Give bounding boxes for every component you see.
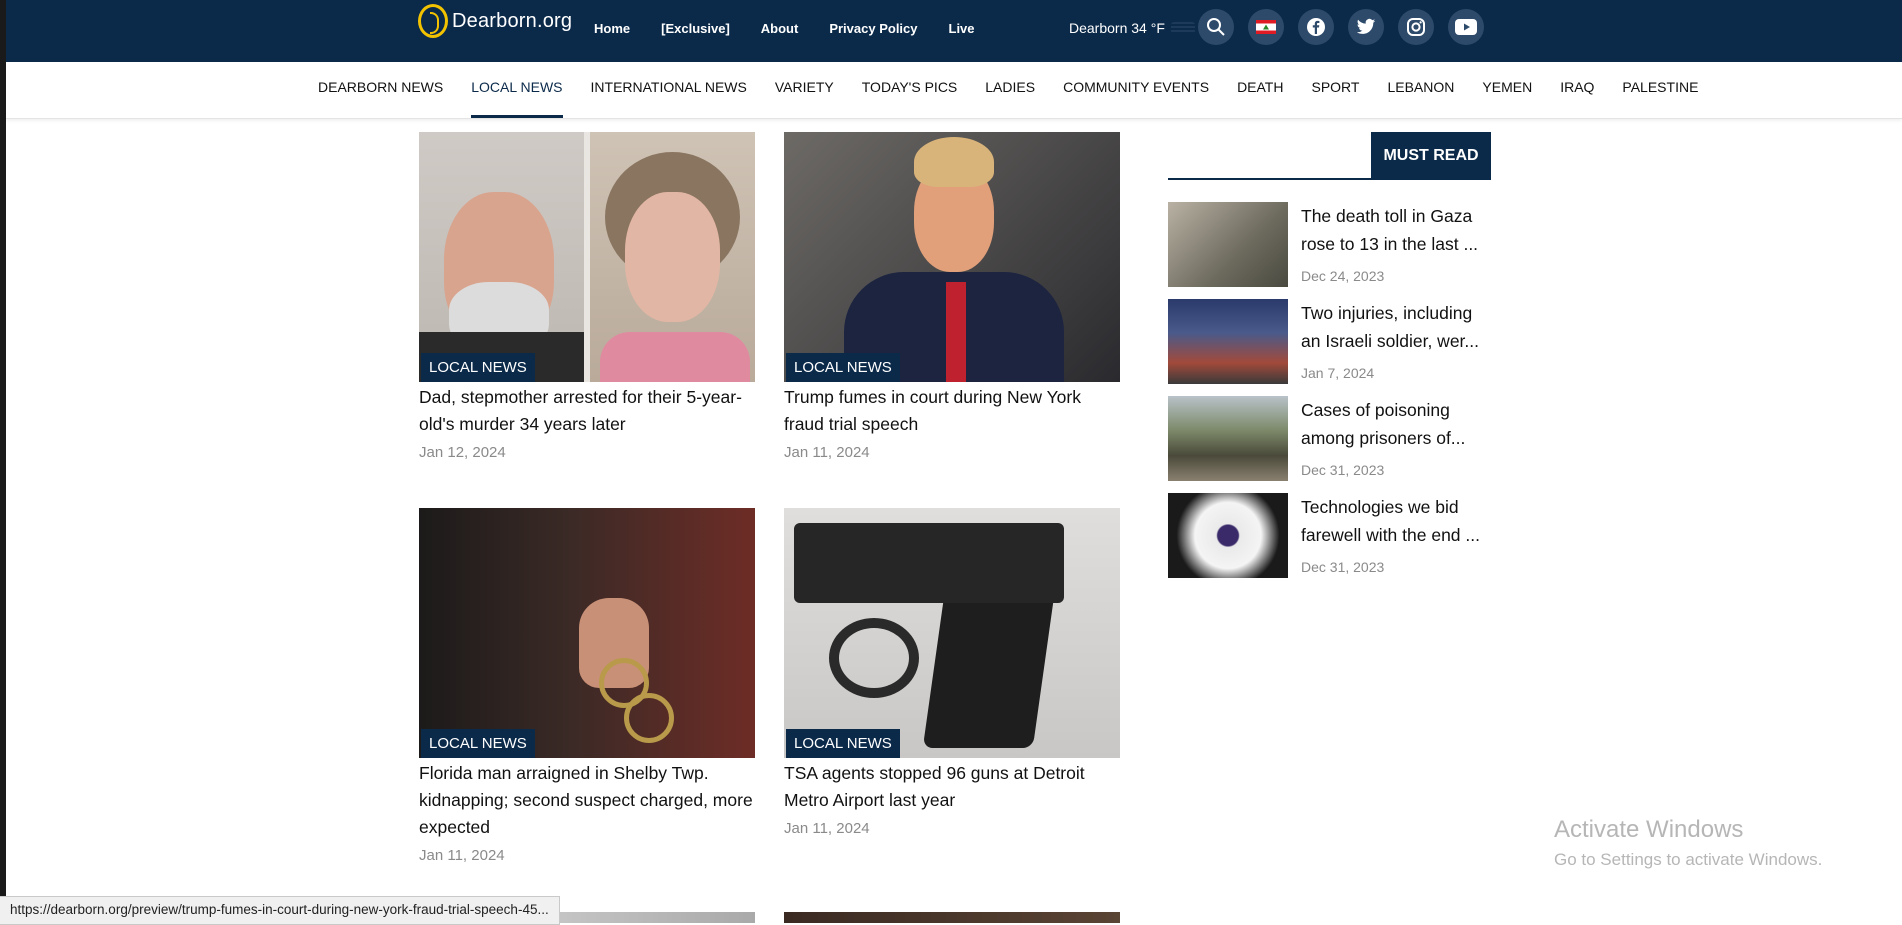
watermark-line-1: Activate Windows [1554, 816, 1744, 843]
weather-icon [1170, 22, 1195, 34]
windows-activation-watermark: Activate Windows Go to Settings to activ… [1554, 816, 1822, 870]
facebook-link[interactable] [1298, 9, 1334, 45]
facebook-icon [1307, 18, 1325, 36]
article-title[interactable]: TSA agents stopped 96 guns at Detroit Me… [784, 760, 1120, 814]
lebanon-flag-icon [1256, 20, 1276, 34]
article-date: Jan 12, 2024 [419, 444, 506, 461]
must-read-date: Dec 31, 2023 [1301, 559, 1385, 575]
must-read-thumbnail[interactable] [1168, 202, 1288, 287]
article-title[interactable]: Dad, stepmother arrested for their 5-yea… [419, 384, 755, 438]
article-image[interactable]: LOCAL NEWS [784, 132, 1120, 382]
category-sport[interactable]: SPORT [1297, 62, 1373, 118]
category-badge[interactable]: LOCAL NEWS [786, 729, 900, 758]
category-lebanon[interactable]: LEBANON [1373, 62, 1468, 118]
twitter-link[interactable] [1348, 9, 1384, 45]
must-read-thumbnail[interactable] [1168, 396, 1288, 481]
must-read-date: Dec 31, 2023 [1301, 462, 1385, 478]
article-date: Jan 11, 2024 [784, 820, 870, 837]
must-read-thumbnail[interactable] [1168, 299, 1288, 384]
weather-widget: Dearborn 34 °F [1069, 20, 1195, 36]
category-palestine[interactable]: PALESTINE [1608, 62, 1712, 118]
must-read-title[interactable]: Two injuries, including an Israeli soldi… [1301, 299, 1491, 355]
category-nav: DEARBORN NEWS LOCAL NEWS INTERNATIONAL N… [6, 62, 1902, 119]
article-card[interactable]: LOCAL NEWS TSA agents stopped 96 guns at… [784, 508, 1120, 837]
youtube-icon [1455, 19, 1477, 35]
must-read-title[interactable]: The death toll in Gaza rose to 13 in the… [1301, 202, 1491, 258]
must-read-item[interactable]: Two injuries, including an Israeli soldi… [1168, 299, 1491, 387]
window-edge [0, 0, 6, 923]
top-nav: Home [Exclusive] About Privacy Policy Li… [594, 21, 975, 36]
instagram-link[interactable] [1398, 9, 1434, 45]
category-local-news[interactable]: LOCAL NEWS [457, 62, 576, 118]
category-badge[interactable]: LOCAL NEWS [421, 353, 535, 382]
search-button[interactable] [1198, 9, 1234, 45]
category-dearborn-news[interactable]: DEARBORN NEWS [304, 62, 457, 118]
category-variety[interactable]: VARIETY [761, 62, 848, 118]
article-date: Jan 11, 2024 [784, 444, 870, 461]
must-read-title[interactable]: Cases of poisoning among prisoners of... [1301, 396, 1491, 452]
nav-exclusive[interactable]: [Exclusive] [661, 21, 730, 36]
must-read-date: Jan 7, 2024 [1301, 365, 1375, 381]
must-read-date: Dec 24, 2023 [1301, 268, 1385, 284]
article-image[interactable]: LOCAL NEWS [419, 132, 755, 382]
top-bar: Dearborn.org Home [Exclusive] About Priv… [6, 0, 1902, 62]
youtube-link[interactable] [1448, 9, 1484, 45]
language-button[interactable] [1248, 9, 1284, 45]
must-read-title[interactable]: Technologies we bid farewell with the en… [1301, 493, 1491, 549]
article-card[interactable]: LOCAL NEWS Dad, stepmother arrested for … [419, 132, 755, 461]
article-image[interactable]: LOCAL NEWS [784, 508, 1120, 758]
category-todays-pics[interactable]: TODAY'S PICS [848, 62, 972, 118]
nav-privacy-policy[interactable]: Privacy Policy [829, 21, 917, 36]
category-community-events[interactable]: COMMUNITY EVENTS [1049, 62, 1223, 118]
logo-text: Dearborn.org [452, 9, 573, 32]
article-card[interactable]: LOCAL NEWS Trump fumes in court during N… [784, 132, 1120, 461]
weather-text: Dearborn 34 °F [1069, 20, 1165, 36]
nav-home[interactable]: Home [594, 21, 630, 36]
category-badge[interactable]: LOCAL NEWS [421, 729, 535, 758]
must-read-item[interactable]: The death toll in Gaza rose to 13 in the… [1168, 202, 1491, 290]
search-icon [1207, 18, 1225, 36]
nav-about[interactable]: About [761, 21, 799, 36]
category-badge[interactable]: LOCAL NEWS [786, 353, 900, 382]
category-iraq[interactable]: IRAQ [1546, 62, 1608, 118]
article-title[interactable]: Florida man arraigned in Shelby Twp. kid… [419, 760, 755, 841]
article-image[interactable]: LOCAL NEWS [419, 508, 755, 758]
must-read-thumbnail[interactable] [1168, 493, 1288, 578]
nav-live[interactable]: Live [949, 21, 975, 36]
article-card[interactable]: LOCAL NEWS Florida man arraigned in Shel… [419, 508, 755, 864]
must-read-item[interactable]: Cases of poisoning among prisoners of...… [1168, 396, 1491, 484]
category-death[interactable]: DEATH [1223, 62, 1297, 118]
category-international-news[interactable]: INTERNATIONAL NEWS [577, 62, 761, 118]
category-ladies[interactable]: LADIES [971, 62, 1049, 118]
category-yemen[interactable]: YEMEN [1468, 62, 1546, 118]
must-read-heading: MUST READ [1371, 132, 1491, 180]
must-read-item[interactable]: Technologies we bid farewell with the en… [1168, 493, 1491, 581]
instagram-icon [1407, 18, 1425, 36]
article-date: Jan 11, 2024 [419, 847, 505, 864]
twitter-icon [1356, 18, 1376, 34]
article-image-partial[interactable] [784, 912, 1120, 923]
article-title[interactable]: Trump fumes in court during New York fra… [784, 384, 1120, 438]
watermark-line-2: Go to Settings to activate Windows. [1554, 850, 1823, 869]
logo-mark-icon [418, 4, 448, 38]
browser-status-url: https://dearborn.org/preview/trump-fumes… [0, 896, 560, 925]
site-logo[interactable]: Dearborn.org [418, 4, 572, 38]
